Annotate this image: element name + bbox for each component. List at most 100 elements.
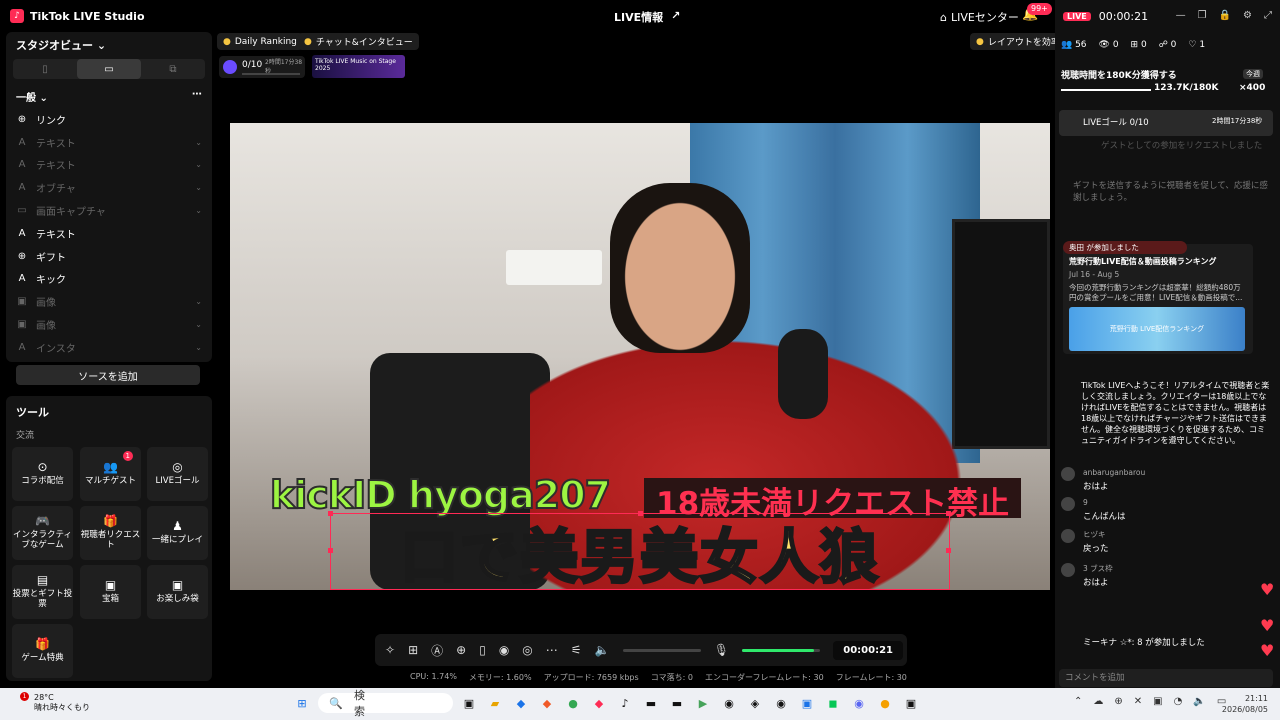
source-item[interactable]: ▣ 画像 ⌄ — [16, 290, 202, 313]
studio-view-title[interactable]: スタジオビュー ⌄ — [16, 37, 106, 53]
clock[interactable]: 21:11 2026/08/05 — [1222, 693, 1268, 715]
metric-item[interactable]: 👁 0 — [1099, 40, 1119, 50]
avatar[interactable] — [1061, 497, 1075, 511]
landscape-view-icon[interactable]: ▭ — [77, 59, 141, 79]
resize-handle[interactable] — [328, 548, 333, 553]
taskbar-search[interactable]: 🔍 検索 — [318, 689, 453, 718]
weekly-mission[interactable]: 視聴時間を180K分獲得する 123.7K/180K ×400 今週 — [1061, 68, 1273, 93]
live-center-button[interactable]: ⌂ LIVEセンター — [940, 9, 1019, 25]
ranking-event-card[interactable]: 奥田 が参加しました 荒野行動LIVE配信＆動画投稿ランキング Jul 16 -… — [1063, 241, 1253, 354]
source-item[interactable]: ⊕ ギフト — [16, 245, 202, 268]
chrome-icon[interactable]: ● — [563, 693, 583, 713]
chevron-down-icon[interactable]: ⌄ — [195, 138, 202, 147]
window-icon[interactable]: ❐ — [1198, 10, 1207, 21]
tray-icon[interactable]: ⊕ — [1114, 696, 1122, 707]
add-source-button[interactable]: ソースを追加 — [16, 365, 200, 385]
chevron-down-icon[interactable]: ⌄ — [195, 160, 202, 169]
wifi-icon[interactable]: ◔ — [1174, 696, 1183, 707]
app-icon[interactable]: ▣ — [901, 693, 921, 713]
mic-volume-slider[interactable] — [741, 648, 821, 652]
settings-sliders-icon[interactable]: ⚟ — [571, 643, 582, 657]
avatar[interactable] — [1061, 529, 1075, 543]
dual-view-icon[interactable]: ⧉ — [141, 59, 205, 79]
brave-icon[interactable]: ◆ — [537, 693, 557, 713]
tiktok-icon[interactable]: ♪ — [615, 693, 635, 713]
app-icon[interactable]: ◆ — [589, 693, 609, 713]
chevron-down-icon[interactable]: ⌄ — [195, 320, 202, 329]
title-caption[interactable]: 口で美男美女人狼 — [330, 513, 950, 590]
source-item[interactable]: A オブチャ ⌄ — [16, 176, 202, 199]
preview-canvas[interactable]: kickID hyoga207 18歳未満リクエスト禁止 口で美男美女人狼 — [230, 123, 1050, 590]
source-item[interactable]: A テキスト ⌄ — [16, 154, 202, 177]
tray-icon[interactable]: ▣ — [1153, 696, 1162, 707]
chevron-up-icon[interactable]: ⌃ — [1074, 696, 1082, 707]
chat-username[interactable]: 3 ブス枠 — [1083, 563, 1113, 575]
chat-username[interactable]: ヒヅキ — [1083, 529, 1106, 541]
avatar[interactable] — [1061, 467, 1075, 481]
gear-icon[interactable]: ⚙ — [1243, 10, 1252, 21]
chevron-down-icon[interactable]: ⌄ — [195, 206, 202, 215]
tool-button[interactable]: ♟ 一緒にプレイ — [147, 506, 208, 560]
more-icon[interactable]: ⋯ — [192, 89, 202, 104]
obs-icon[interactable]: ◉ — [771, 693, 791, 713]
speaker-volume-slider[interactable] — [622, 648, 701, 652]
file-explorer-icon[interactable]: ▰ — [485, 693, 505, 713]
promo-banner[interactable]: TikTok LIVE Music on Stage 2025 — [312, 55, 405, 78]
tool-button[interactable]: 🎮 インタラクティブなゲーム — [12, 506, 73, 560]
chat-interview-chip[interactable]: ● チャット&インタビュー — [298, 33, 419, 50]
magic-icon[interactable]: ✧ — [385, 643, 395, 657]
layout-tip-chip[interactable]: ● レイアウトを効率 — [970, 33, 1066, 50]
app-icon[interactable]: ◈ — [745, 693, 765, 713]
steam-icon[interactable]: ◉ — [719, 693, 739, 713]
source-item[interactable]: ▭ 画面キャプチャ ⌄ — [16, 199, 202, 222]
live-goal-bar[interactable]: LIVEゴール 0/10 2時間17分38秒 — [1059, 110, 1273, 136]
metric-item[interactable]: ☍ 0 — [1159, 40, 1177, 50]
live-goal-widget[interactable]: 0/10 2時間17分38秒 — [219, 56, 305, 78]
resize-handle[interactable] — [946, 511, 951, 516]
more-icon[interactable]: ⋯ — [546, 643, 558, 657]
capture-icon[interactable]: ⊞ — [408, 643, 418, 657]
metric-item[interactable]: 👥 56 — [1061, 40, 1087, 50]
app-icon[interactable]: ▬ — [641, 693, 661, 713]
line-icon[interactable]: ◼ — [823, 693, 843, 713]
speaker-icon[interactable]: 🔈 — [595, 643, 610, 657]
dash-icon[interactable]: — — [1176, 10, 1186, 21]
live-info-button[interactable]: LIVE情報 ↗ — [614, 9, 680, 25]
tool-button[interactable]: ◎ LIVEゴール — [147, 447, 208, 501]
lock-icon[interactable]: 🔒 — [1219, 10, 1231, 21]
phone-icon[interactable]: ▯ — [479, 643, 486, 657]
metric-item[interactable]: ⊞ 0 — [1131, 40, 1147, 50]
volume-icon[interactable]: 🔈 — [1193, 696, 1205, 707]
event-banner[interactable]: 荒野行動 LIVE配信ランキング — [1069, 307, 1245, 351]
tool-button[interactable]: 👥 マルチゲスト 1 — [80, 447, 141, 501]
tool-button[interactable]: ⊙ コラボ配信 — [12, 447, 73, 501]
tool-button[interactable]: 🎁 視聴者リクエスト — [80, 506, 141, 560]
resize-handle[interactable] — [328, 511, 333, 516]
avatar[interactable] — [1061, 563, 1075, 577]
chevron-down-icon[interactable]: ⌄ — [195, 183, 202, 192]
windows-start-icon[interactable]: ⊞ — [292, 693, 312, 713]
ai-icon[interactable]: Ⓐ — [431, 642, 443, 659]
expand-icon[interactable]: ⤢ — [1264, 10, 1272, 21]
microphone-icon[interactable]: 🎙 — [714, 643, 729, 657]
tray-icon[interactable]: ✕ — [1134, 696, 1142, 707]
metric-item[interactable]: ♡ 1 — [1188, 40, 1205, 50]
source-item[interactable]: A インスタ ⌄ — [16, 336, 202, 359]
chevron-down-icon[interactable]: ⌄ — [195, 343, 202, 352]
tool-button[interactable]: 🎁 ゲーム特典 — [12, 624, 73, 678]
chevron-down-icon[interactable]: ⌄ — [195, 297, 202, 306]
source-item[interactable]: ⊕ リンク — [16, 108, 202, 131]
chat-username[interactable]: 9 — [1083, 497, 1088, 509]
task-view-icon[interactable]: ▣ — [459, 693, 479, 713]
discord-icon[interactable]: ◉ — [849, 693, 869, 713]
source-item[interactable]: ▣ 画像 ⌄ — [16, 313, 202, 336]
tray-icon[interactable]: ☁ — [1093, 696, 1103, 707]
tool-button[interactable]: ▣ 宝箱 — [80, 565, 141, 619]
resize-handle[interactable] — [946, 548, 951, 553]
comment-input[interactable]: コメントを追加 — [1059, 669, 1273, 687]
app-icon[interactable]: ◆ — [511, 693, 531, 713]
app-icon[interactable]: ▣ — [797, 693, 817, 713]
source-item[interactable]: A テキスト ⌄ — [16, 131, 202, 154]
source-item[interactable]: A テキスト — [16, 222, 202, 245]
chat-username[interactable]: anbaruganbarou — [1083, 467, 1145, 479]
